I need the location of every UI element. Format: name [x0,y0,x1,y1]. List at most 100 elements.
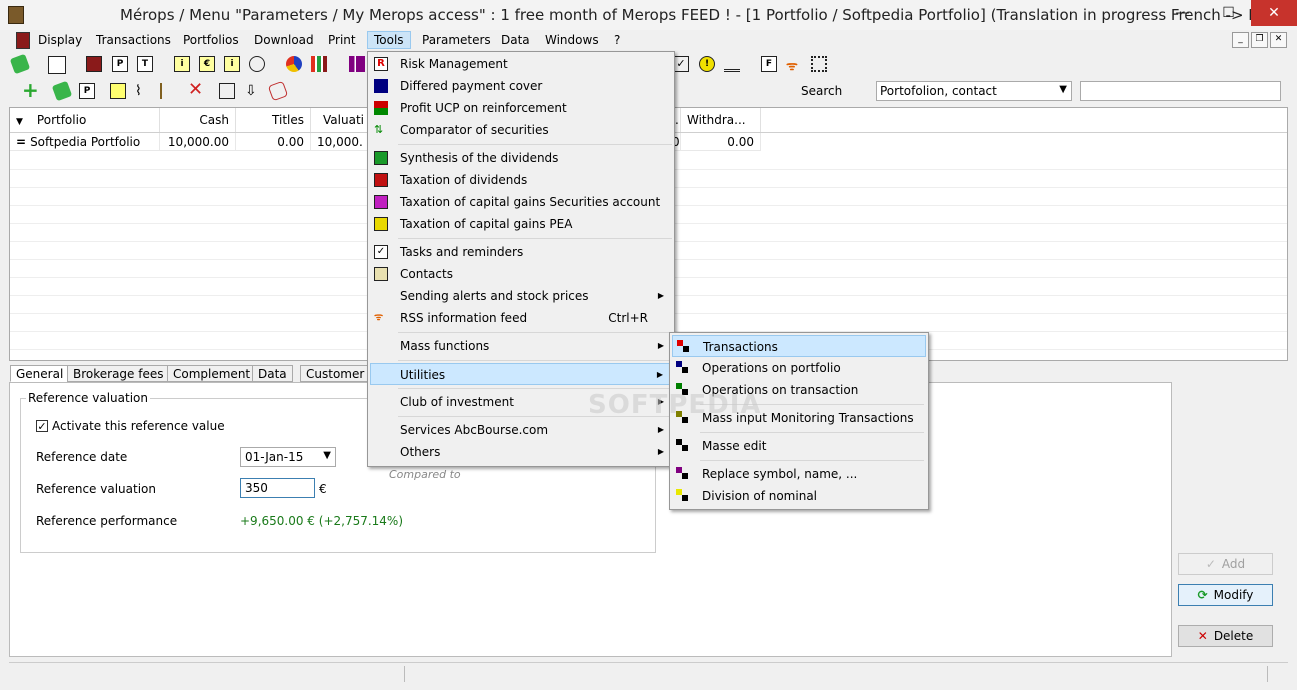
submenu-arrow-icon: ▶ [657,291,664,300]
mdi-child-icon[interactable] [16,32,30,49]
menu-parameters[interactable]: Parameters [416,32,497,48]
table-row-portfolio[interactable]: = Softpedia Portfolio [10,133,160,151]
clock-icon[interactable] [249,56,265,72]
close-button[interactable]: ✕ [1251,0,1297,26]
tag-alt-icon[interactable] [51,80,73,102]
list-alt-icon[interactable] [160,83,176,99]
bar-chart-icon[interactable] [311,56,327,72]
sort-down-icon[interactable]: ▼ [16,117,23,127]
reference-date-select[interactable]: 01-Jan-15 ▼ [240,447,336,467]
maximize-button[interactable]: ☐ [1206,0,1251,26]
submenu-item-replace-symbol[interactable]: Replace symbol, name, ... [672,463,926,485]
titles-t-icon[interactable]: T [137,56,153,72]
cell-valuation[interactable]: 10,000. [311,133,371,151]
add-icon[interactable]: + [22,80,39,100]
list-icon[interactable] [724,56,740,72]
tab-general[interactable]: General [10,365,70,382]
menu-item-comparator[interactable]: ⇅ Comparator of securities [370,119,672,141]
rss-icon[interactable]: ᯤ [786,56,802,74]
risk-r-icon: R [374,57,388,71]
euro-icon[interactable]: € [199,56,215,72]
info-icon[interactable]: i [174,56,190,72]
menu-item-others[interactable]: Others ▶ [370,441,672,463]
note-icon[interactable] [110,83,126,99]
menu-tools[interactable]: Tools [367,31,411,49]
mdi-restore-button[interactable]: ❐ [1251,32,1268,48]
submenu-item-operations-transaction[interactable]: Operations on transaction [672,379,926,401]
menu-item-contacts[interactable]: Contacts [370,263,672,285]
tab-brokerage-fees[interactable]: Brokerage fees [67,365,170,382]
col-header-portfolio[interactable]: ▼ Portfolio [10,108,160,132]
menu-item-risk-management[interactable]: R Risk Management [370,53,672,75]
menu-item-taxation-securities[interactable]: Taxation of capital gains Securities acc… [370,191,672,213]
cell-withdrawals[interactable]: 0.00 [681,133,761,151]
menu-item-services-abcbourse[interactable]: Services AbcBourse.com ▶ [370,419,672,441]
cell-cash[interactable]: 10,000.00 [160,133,236,151]
menu-item-synthesis-dividends[interactable]: Synthesis of the dividends [370,147,672,169]
mdi-close-button[interactable]: ✕ [1270,32,1287,48]
col-header-withdrawals[interactable]: Withdra... [681,108,761,132]
search-combo[interactable]: Portofolion, contact ▼ [876,81,1072,101]
delete-icon[interactable]: ✕ [188,81,204,99]
chevron-down-icon[interactable]: ▼ [1059,84,1067,95]
menu-windows[interactable]: Windows [539,32,605,48]
modify-button[interactable]: ⟳ Modify [1178,584,1273,606]
menu-item-mass-functions[interactable]: Mass functions ▶ [370,335,672,357]
menu-item-utilities[interactable]: Utilities ▶ [370,363,672,385]
filter-f-icon[interactable]: F [761,56,777,72]
minimize-button[interactable]: — [1160,0,1205,26]
add-button[interactable]: ✓ Add [1178,553,1273,575]
delete-button[interactable]: ✕ Delete [1178,625,1273,647]
tab-customer[interactable]: Customer [300,365,371,382]
bars-icon[interactable] [349,56,365,72]
menu-item-differed-payment-cover[interactable]: Differed payment cover [370,75,672,97]
menu-item-taxation-pea[interactable]: Taxation of capital gains PEA [370,213,672,235]
submenu-item-division-nominal[interactable]: Division of nominal [672,485,926,507]
purple-box-icon [374,195,388,209]
pie-chart-icon[interactable] [286,56,302,72]
menu-data[interactable]: Data [495,32,536,48]
alert-icon[interactable]: ! [699,56,715,72]
eraser-icon[interactable] [267,80,289,102]
info-alt-icon[interactable]: i [224,56,240,72]
chevron-down-icon[interactable]: ▼ [323,450,331,461]
submenu-item-operations-portfolio[interactable]: Operations on portfolio [672,357,926,379]
mdi-minimize-button[interactable]: _ [1232,32,1249,48]
portfolio-icon[interactable]: P [79,83,95,99]
tab-data[interactable]: Data [252,365,293,382]
document-icon[interactable] [219,83,235,99]
tag-icon[interactable] [9,53,31,75]
cell-titles[interactable]: 0.00 [236,133,311,151]
col-header-valuation[interactable]: Valuati [311,108,371,132]
profit-icon [374,101,388,115]
app-icon[interactable] [8,6,24,24]
menu-print[interactable]: Print [322,32,362,48]
portfolio-p-icon[interactable]: P [112,56,128,72]
submenu-item-transactions[interactable]: Transactions [672,335,926,357]
submenu-item-masse-edit[interactable]: Masse edit [672,435,926,457]
menu-help[interactable]: ? [608,32,626,48]
book-icon[interactable] [86,56,102,72]
menu-item-club-investment[interactable]: Club of investment ▶ [370,391,672,413]
menu-item-sending-alerts[interactable]: Sending alerts and stock prices ▶ [370,285,672,307]
menu-transactions[interactable]: Transactions [90,32,177,48]
menu-download[interactable]: Download [248,32,320,48]
menu-item-profit-ucp[interactable]: Profit UCP on reinforcement [370,97,672,119]
reference-valuation-input[interactable]: 350 [240,478,315,498]
tab-complement[interactable]: Complement [167,365,257,382]
menu-item-tasks-reminders[interactable]: ✓ Tasks and reminders [370,241,672,263]
attachment-icon[interactable]: ⌇ [135,83,151,99]
menu-display[interactable]: Display [32,32,88,48]
col-header-cash[interactable]: Cash [160,108,236,132]
submenu-item-mass-input[interactable]: Mass input Monitoring Transactions [672,407,926,429]
menu-portfolios[interactable]: Portfolios [177,32,245,48]
search-input[interactable] [1080,81,1281,101]
sort-icon[interactable]: ⇩ [245,83,261,99]
grid-icon[interactable] [811,56,827,72]
activate-reference-checkbox[interactable]: ✓ [36,420,48,432]
menu-item-rss-feed[interactable]: ᯤ RSS information feed Ctrl+R [370,307,672,329]
col-header-titles[interactable]: Titles [236,108,311,132]
check-icon[interactable]: ✓ [673,56,689,72]
menu-item-taxation-dividends[interactable]: Taxation of dividends [370,169,672,191]
export-icon[interactable] [48,56,66,74]
